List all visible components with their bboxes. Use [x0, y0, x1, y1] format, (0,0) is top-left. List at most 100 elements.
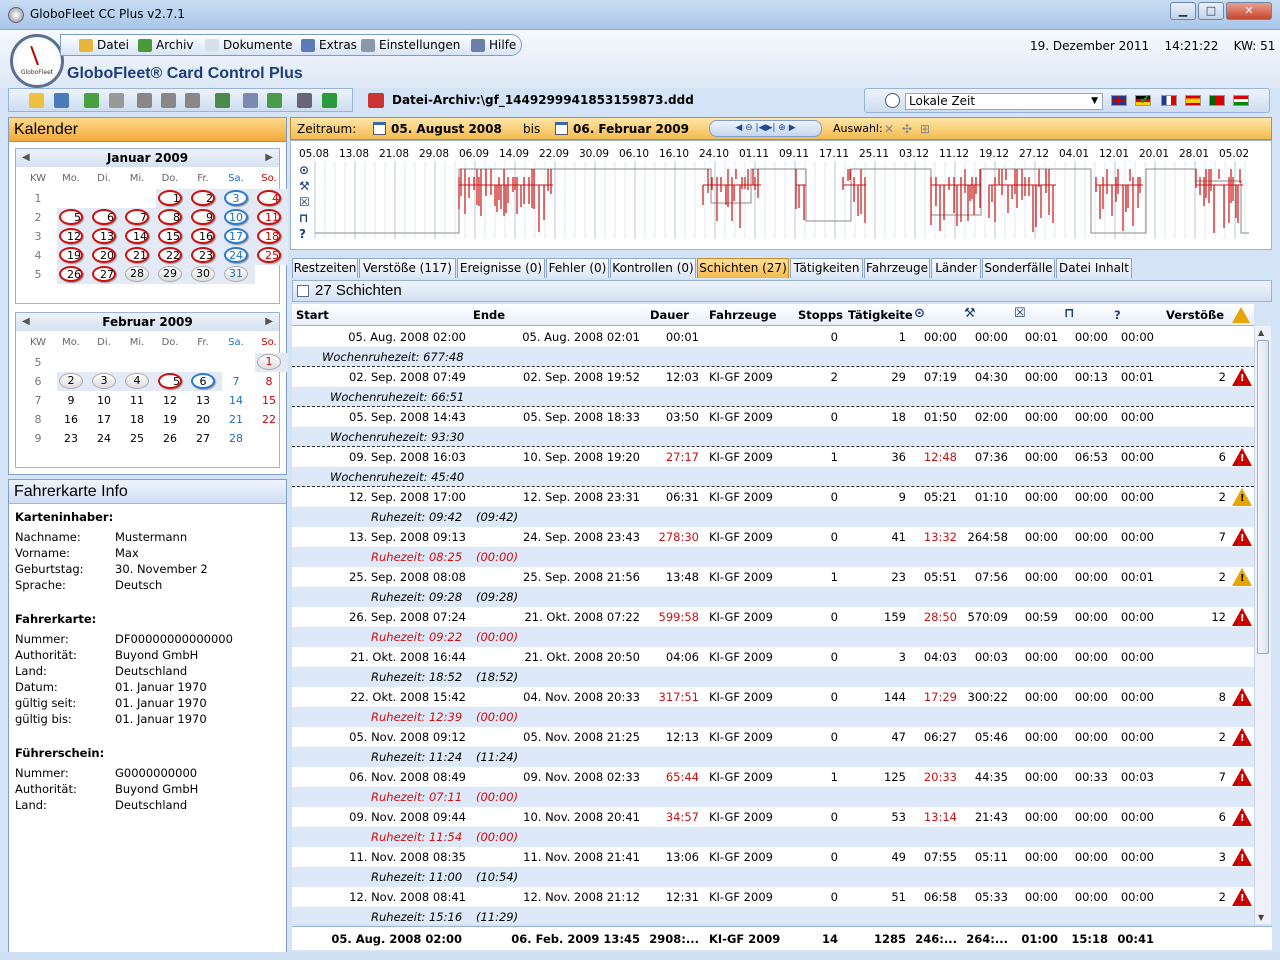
calendar-day[interactable]: 12 — [57, 227, 85, 246]
calendar-day[interactable]: 11 — [255, 208, 283, 227]
calendar-day[interactable]: 13 — [189, 391, 217, 410]
calendar-day[interactable]: 2 — [57, 372, 85, 391]
table-row[interactable]: 06. Nov. 2008 08:49 09. Nov. 2008 02:33 65… — [292, 767, 1254, 787]
printer-icon[interactable] — [297, 93, 312, 108]
calendar-day[interactable]: 24 — [222, 246, 250, 265]
warning-icon[interactable] — [1232, 307, 1250, 323]
table-row[interactable]: 21. Okt. 2008 16:44 21. Okt. 2008 20:50 04… — [292, 647, 1254, 667]
calendar-day[interactable]: 19 — [156, 410, 184, 429]
flag-hu-icon[interactable] — [1233, 95, 1249, 106]
maximize-button[interactable]: □ — [1198, 2, 1224, 20]
tab-länder[interactable]: Länder — [931, 258, 981, 278]
timezone-select[interactable]: Lokale Zeit ▼ — [905, 93, 1103, 110]
col-verstoesse[interactable]: Verstöße — [1166, 308, 1224, 322]
calendar-day[interactable]: 18 — [255, 227, 283, 246]
calendar-day[interactable]: 15 — [255, 391, 283, 410]
prev-month-icon[interactable]: ◀ — [22, 313, 30, 331]
table-row[interactable]: 22. Okt. 2008 15:42 04. Nov. 2008 20:33 31… — [292, 687, 1254, 707]
close-button[interactable]: ✕ — [1226, 2, 1272, 20]
calendar-day[interactable]: 19 — [57, 246, 85, 265]
scroll-thumb[interactable] — [1257, 340, 1269, 654]
disk-icon[interactable] — [137, 93, 152, 108]
flag-es-icon[interactable] — [1185, 95, 1201, 106]
menu-archiv[interactable]: Archiv — [138, 38, 194, 52]
table-row[interactable]: 05. Sep. 2008 14:43 05. Sep. 2008 18:33 03… — [292, 407, 1254, 427]
tab-restzeiten[interactable]: Restzeiten — [292, 258, 358, 278]
calendar-day[interactable]: 31 — [222, 265, 250, 284]
table-row[interactable]: 26. Sep. 2008 07:24 21. Okt. 2008 07:22 59… — [292, 607, 1254, 627]
document-icon[interactable] — [267, 93, 282, 108]
calendar-day[interactable]: 8 — [156, 208, 184, 227]
calendar-day[interactable]: 29 — [156, 265, 184, 284]
calendar-day[interactable]: 9 — [189, 208, 217, 227]
calendar-day[interactable]: 4 — [123, 372, 151, 391]
calendar-day[interactable]: 17 — [90, 410, 118, 429]
calendar-day[interactable]: 24 — [90, 429, 118, 448]
open-folder-icon[interactable] — [29, 93, 44, 108]
tab-datei[interactable]: Datei Inhalt — [1056, 258, 1132, 278]
tab-tätigkeiten[interactable]: Tätigkeiten — [790, 258, 863, 278]
activity-timeline[interactable]: 05.08 13.08 21.08 29.08 06.09 14.09 22.09 30.09… — [290, 140, 1272, 250]
calendar-day[interactable]: 14 — [222, 391, 250, 410]
menu-extras[interactable]: Extras — [301, 38, 357, 52]
selection-clear-icon[interactable]: ✕ — [884, 122, 894, 136]
calendar-day[interactable]: 16 — [189, 227, 217, 246]
calendar-day[interactable]: 22 — [255, 410, 283, 429]
tab-ereignisse[interactable]: Ereignisse (0) — [457, 258, 545, 278]
selection-shrink-icon[interactable]: ✣ — [902, 122, 912, 136]
calendar-day[interactable]: 20 — [90, 246, 118, 265]
tab-fahrzeuge[interactable]: Fahrzeuge — [864, 258, 930, 278]
calendar-day[interactable]: 4 — [255, 189, 283, 208]
calendar-day[interactable]: 18 — [123, 410, 151, 429]
table-row[interactable]: 13. Sep. 2008 09:13 24. Sep. 2008 23:43 27… — [292, 527, 1254, 547]
calendar-day[interactable]: 26 — [156, 429, 184, 448]
calendar-day[interactable]: 1 — [255, 353, 283, 372]
menu-datei[interactable]: Datei — [79, 38, 129, 52]
tab-verstöße[interactable]: Verstöße (117) — [359, 258, 456, 278]
calendar-day[interactable]: 5 — [156, 372, 184, 391]
menu-einstellungen[interactable]: Einstellungen — [361, 38, 460, 52]
calendar-icon[interactable] — [215, 93, 230, 108]
col-stopps[interactable]: Stopps — [798, 308, 843, 322]
calendar-day[interactable]: 17 — [222, 227, 250, 246]
refresh-icon[interactable] — [322, 93, 337, 108]
calendar-day[interactable]: 14 — [123, 227, 151, 246]
table-row[interactable]: 05. Nov. 2008 09:12 05. Nov. 2008 21:25 12… — [292, 727, 1254, 747]
calendar-day[interactable]: 3 — [90, 372, 118, 391]
col-ende[interactable]: Ende — [473, 308, 505, 322]
col-fahrzeuge[interactable]: Fahrzeuge — [709, 308, 777, 322]
table-row[interactable]: 25. Sep. 2008 08:08 25. Sep. 2008 21:56 13… — [292, 567, 1254, 587]
calendar-day[interactable]: 28 — [222, 429, 250, 448]
next-month-icon[interactable]: ▶ — [265, 313, 273, 331]
warning-icon[interactable]: ! — [1232, 728, 1252, 746]
flag-fr-icon[interactable] — [1161, 95, 1177, 106]
warning-icon[interactable]: ! — [1232, 848, 1252, 866]
warning-icon[interactable]: ! — [1232, 888, 1252, 906]
calendar-icon[interactable] — [373, 122, 386, 135]
next-month-icon[interactable]: ▶ — [265, 149, 273, 167]
prev-month-icon[interactable]: ◀ — [22, 149, 30, 167]
calendar-day[interactable]: 23 — [189, 246, 217, 265]
warning-icon[interactable]: ! — [1232, 768, 1252, 786]
selection-expand-icon[interactable]: ⊞ — [920, 122, 930, 136]
scroll-up-icon[interactable]: ▲ — [1258, 328, 1264, 337]
col-dauer[interactable]: Dauer — [650, 308, 689, 322]
export-icon[interactable] — [109, 93, 124, 108]
warning-icon[interactable]: ! — [1232, 488, 1252, 506]
calendar-day[interactable]: 25 — [255, 246, 283, 265]
warning-icon[interactable]: ! — [1232, 528, 1252, 546]
calendar-day[interactable]: 1 — [156, 189, 184, 208]
timeline-zoom-controls[interactable]: ◀ ⊖ |◀▶| ⊕ ▶ — [709, 120, 822, 137]
table-row[interactable]: 09. Nov. 2008 09:44 10. Nov. 2008 20:41 34… — [292, 807, 1254, 827]
table-row[interactable]: 12. Sep. 2008 17:00 12. Sep. 2008 23:31 06… — [292, 487, 1254, 507]
clock-icon[interactable]: ⊙ — [914, 306, 925, 321]
warning-icon[interactable]: ! — [1232, 688, 1252, 706]
calendar-day[interactable]: 21 — [222, 410, 250, 429]
table-row[interactable]: 02. Sep. 2008 07:49 02. Sep. 2008 19:52 12… — [292, 367, 1254, 387]
table-row[interactable]: 11. Nov. 2008 08:35 11. Nov. 2008 21:41 13… — [292, 847, 1254, 867]
disk-icon[interactable] — [161, 93, 176, 108]
period-from[interactable]: 05. August 2008 — [391, 122, 502, 136]
calendar-day[interactable]: 23 — [57, 429, 85, 448]
calendar-day[interactable]: 28 — [123, 265, 151, 284]
calendar-day[interactable]: 25 — [123, 429, 151, 448]
